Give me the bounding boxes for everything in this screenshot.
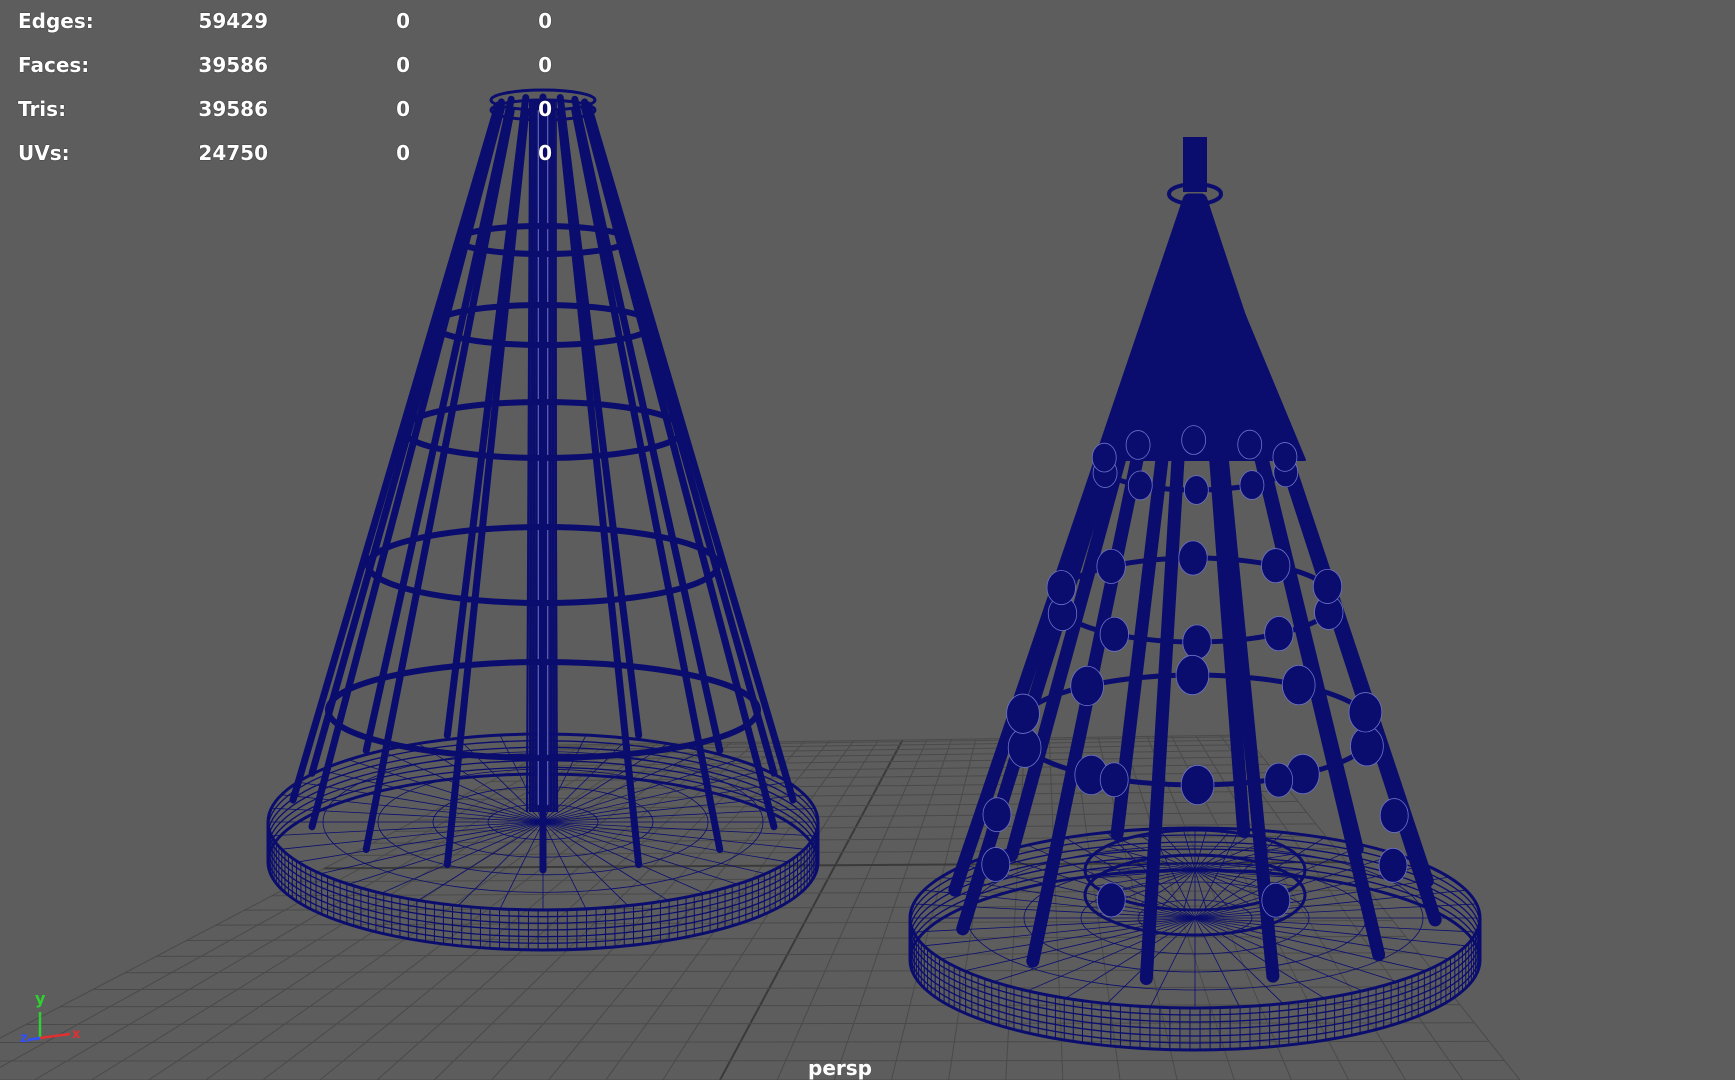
base-spoke: [964, 917, 1196, 972]
axis-orientation-gizmo: y z x: [20, 989, 81, 1046]
bead-joint: [1007, 727, 1042, 768]
grid-line: [436, 800, 1298, 811]
base-spoke: [1194, 917, 1363, 992]
bead-joint: [1239, 470, 1265, 500]
bead-joint: [1175, 654, 1210, 696]
bead-joint: [1178, 540, 1208, 576]
base-spoke: [542, 821, 805, 850]
camera-name-label: persp: [808, 1056, 872, 1080]
hud-uvs-label: UVs:: [18, 141, 70, 165]
bead-joint: [1096, 882, 1126, 918]
base-spoke: [457, 821, 544, 906]
hud-tris-selected: 0: [396, 97, 410, 121]
hud-uvs-extra: 0: [538, 141, 552, 165]
wireframe-cone-net-object[interactable]: [266, 88, 820, 952]
base-spoke: [542, 821, 669, 901]
hud-edges-extra: 0: [538, 9, 552, 33]
bead-joint: [1070, 665, 1104, 707]
cone-rod: [308, 104, 505, 831]
base-spoke: [320, 769, 544, 823]
bead-joint: [1006, 693, 1040, 734]
base-spoke: [1065, 917, 1196, 999]
bead-joint: [1183, 475, 1209, 505]
grid-line: [719, 739, 904, 1080]
hud-tris-label: Tris:: [18, 97, 67, 121]
bead-joint: [1261, 882, 1291, 918]
bead-joint: [1378, 847, 1408, 883]
bead-joint: [981, 847, 1011, 882]
base-spoke: [417, 821, 544, 901]
hud-tris-extra: 0: [538, 97, 552, 121]
z-axis-label: z: [20, 1031, 28, 1046]
base-spoke: [542, 821, 705, 894]
grid-line: [205, 742, 683, 1080]
bead-joint: [1237, 429, 1263, 460]
hud-faces-extra: 0: [538, 53, 552, 77]
perspective-viewport[interactable]: Edges: 59429 0 0 Faces: 39586 0 0 Tris: …: [0, 0, 1735, 1080]
cone-rod: [581, 104, 778, 831]
hud-faces-label: Faces:: [18, 53, 90, 77]
base-spoke: [1194, 917, 1325, 999]
bead-joint: [1046, 570, 1076, 606]
bead-joint: [1350, 726, 1384, 767]
bead-joint: [1264, 762, 1294, 798]
cone-rod: [362, 95, 515, 755]
grid-line: [0, 1059, 1505, 1062]
bead-joint: [1127, 470, 1153, 501]
bead-joint: [982, 797, 1012, 833]
bead-joint: [1091, 442, 1117, 473]
cone-rod: [443, 94, 530, 739]
cone-rod: [571, 95, 724, 755]
bead-joint: [1348, 692, 1383, 733]
hud-uvs-value: 24750: [198, 141, 268, 165]
bead-joint: [1182, 624, 1212, 660]
bead-joint: [1180, 764, 1215, 806]
base-spoke: [381, 821, 544, 894]
hud-faces-value: 39586: [198, 53, 268, 77]
base-spoke: [320, 821, 544, 875]
hud-edges-selected: 0: [396, 9, 410, 33]
bead-joint: [1096, 548, 1126, 584]
hud-edges-label: Edges:: [18, 9, 94, 33]
base-spoke: [1027, 917, 1196, 992]
bead-joint: [1379, 798, 1409, 833]
bead-joint: [1125, 430, 1151, 460]
y-axis-label: y: [35, 989, 46, 1008]
bead-joint: [1264, 616, 1294, 652]
hud-edges-value: 59429: [198, 9, 268, 33]
wireframe-teepee-object[interactable]: [908, 137, 1482, 1052]
bead-joint: [1272, 442, 1298, 472]
bead-joint: [1099, 616, 1129, 652]
bead-joint: [1281, 664, 1316, 706]
hud-tris-value: 39586: [198, 97, 268, 121]
grid-line: [0, 1040, 1490, 1044]
x-axis-label: x: [72, 1027, 81, 1042]
cone-rod: [556, 94, 643, 739]
base-spoke: [542, 769, 766, 823]
hud-faces-selected: 0: [396, 53, 410, 77]
base-spoke: [993, 917, 1196, 983]
bead-joint: [1181, 425, 1207, 455]
bead-joint: [1099, 762, 1129, 798]
x-axis-line: [39, 1032, 71, 1040]
z-axis-line: [27, 1036, 41, 1042]
bead-joint: [1312, 568, 1343, 604]
base-spoke: [1194, 917, 1426, 972]
grid-line: [1048, 737, 1064, 1080]
hud-uvs-selected: 0: [396, 141, 410, 165]
bead-joint: [1261, 548, 1291, 584]
